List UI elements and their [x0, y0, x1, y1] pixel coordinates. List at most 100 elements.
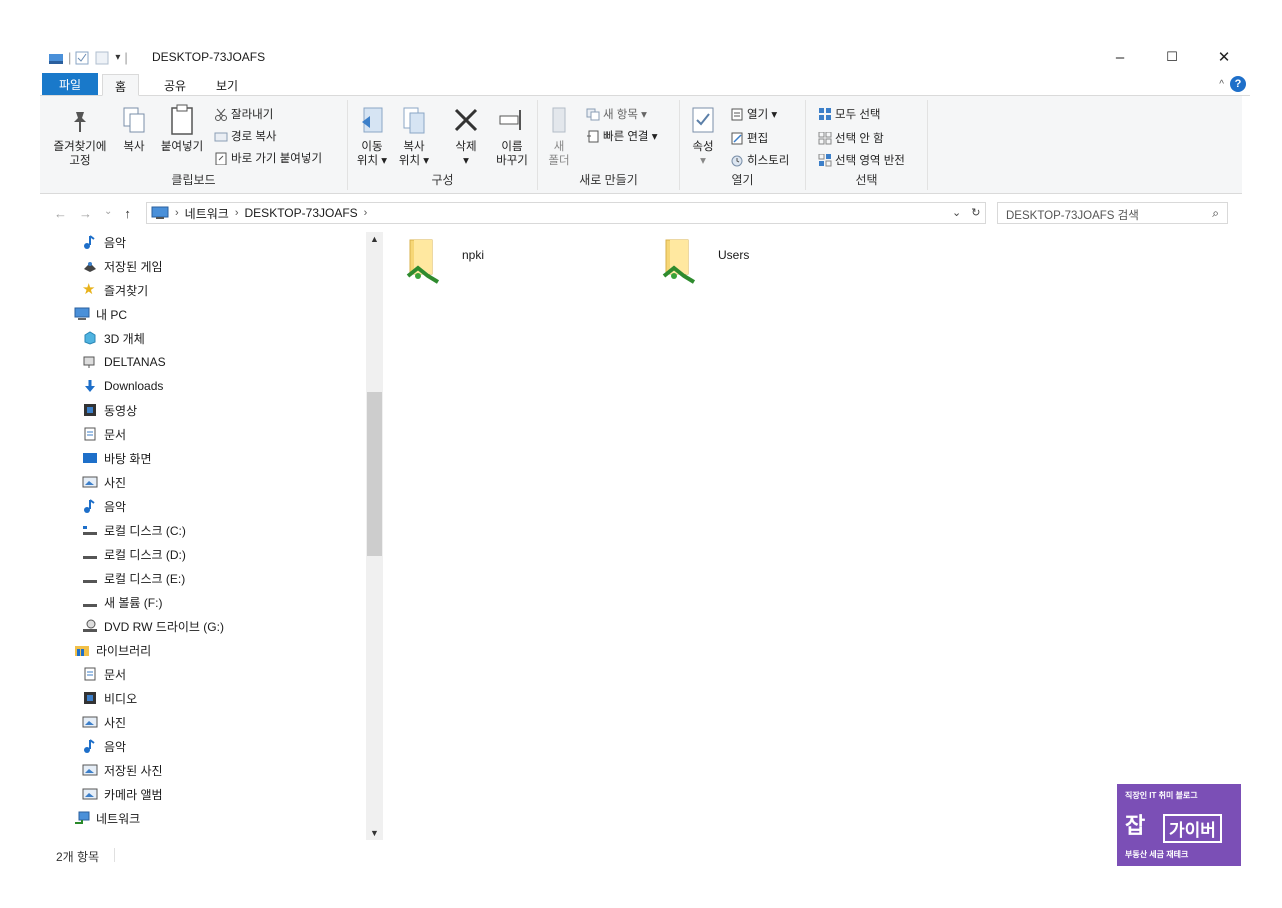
breadcrumb-chevron-icon[interactable]: ›	[364, 207, 368, 219]
delete-button[interactable]: 삭제 ▾	[448, 104, 484, 168]
close-button[interactable]: ✕	[1198, 44, 1250, 70]
nav-item-lib-pictures[interactable]: 사진	[82, 710, 126, 734]
nav-scrollbar[interactable]: ▲ ▼	[366, 232, 383, 840]
nav-item-drive-e[interactable]: 로컬 디스크 (E:)	[82, 566, 185, 590]
new-item-icon	[586, 108, 600, 121]
library-icon	[74, 643, 90, 657]
video-icon	[82, 403, 98, 417]
up-icon[interactable]: ↑	[124, 206, 131, 221]
new-item-button[interactable]: 새 항목 ▾	[586, 106, 647, 122]
tab-share[interactable]: 공유	[152, 74, 198, 96]
quick-access-toolbar: | ▾ |	[48, 50, 128, 65]
easy-access-icon	[586, 130, 600, 143]
document-icon	[82, 427, 98, 441]
tab-file[interactable]: 파일	[42, 73, 98, 95]
nav-item-deltanas[interactable]: DELTANAS	[82, 350, 166, 374]
nav-item-saved-games[interactable]: 저장된 게임	[82, 254, 163, 278]
nav-item-dvd-g[interactable]: DVD RW 드라이브 (G:)	[82, 614, 224, 638]
customize-qa-icon[interactable]: ▾	[115, 52, 120, 63]
scroll-thumb[interactable]	[367, 392, 382, 556]
invert-selection-button[interactable]: 선택 영역 반전	[818, 152, 905, 168]
copy-path-button[interactable]: 경로 복사	[214, 128, 277, 144]
nav-item-3d-objects[interactable]: 3D 개체	[82, 326, 145, 350]
nav-item-lib-videos[interactable]: 비디오	[82, 686, 137, 710]
explorer-icon[interactable]	[48, 51, 64, 65]
group-label-organize: 구성	[431, 173, 454, 187]
address-dropdown-icon[interactable]: ⌄	[952, 206, 961, 219]
pictures-icon	[82, 715, 98, 729]
nav-item-saved-pictures[interactable]: 저장된 사진	[82, 758, 163, 782]
move-to-button[interactable]: 이동 위치 ▾	[354, 104, 390, 168]
minimize-button[interactable]: –	[1094, 44, 1146, 70]
nav-item-this-pc[interactable]: 내 PC	[74, 302, 127, 326]
nav-item-libraries[interactable]: 라이브러리	[74, 638, 151, 662]
breadcrumb-chevron-icon[interactable]: ›	[235, 207, 239, 219]
move-to-icon	[358, 104, 386, 136]
help-icon[interactable]: ?	[1230, 76, 1246, 92]
nav-item-camera-roll[interactable]: 카메라 앨범	[82, 782, 163, 806]
select-none-button[interactable]: 선택 안 함	[818, 130, 884, 146]
ribbon-tabs: 파일 홈 공유 보기 ^ ?	[40, 72, 1250, 96]
games-icon	[82, 259, 98, 273]
folder-name: npki	[462, 248, 485, 262]
group-organize: 이동 위치 ▾ 복사 위치 ▾ 삭제 ▾ 이름 바꾸기 구성	[348, 100, 538, 190]
pictures-icon	[82, 763, 98, 777]
nav-item-documents[interactable]: 문서	[82, 422, 126, 446]
forward-icon[interactable]: →	[79, 206, 92, 221]
pin-quick-access-button[interactable]: 즐겨찾기에 고정	[50, 104, 110, 168]
window-title: DESKTOP-73JOAFS	[152, 50, 266, 64]
collapse-ribbon-icon[interactable]: ^	[1219, 79, 1224, 90]
easy-access-button[interactable]: 빠른 연결 ▾	[586, 128, 657, 144]
history-button[interactable]: 히스토리	[730, 152, 789, 168]
maximize-button[interactable]: ☐	[1146, 44, 1198, 70]
address-bar[interactable]: › 네트워크 › DESKTOP-73JOAFS ›	[146, 202, 986, 224]
breadcrumb-desktop[interactable]: DESKTOP-73JOAFS	[245, 206, 358, 220]
scroll-up-icon[interactable]: ▲	[366, 234, 383, 244]
breadcrumb-chevron-icon[interactable]: ›	[175, 207, 179, 219]
recent-chevron-icon[interactable]: ⌄	[104, 206, 112, 221]
shared-folder-icon	[660, 238, 700, 288]
nav-item-pictures[interactable]: 사진	[82, 470, 126, 494]
edit-button[interactable]: 편집	[730, 130, 768, 146]
nav-item-network[interactable]: 네트워크	[74, 806, 140, 830]
copy-to-button[interactable]: 복사 위치 ▾	[396, 104, 432, 168]
nav-item-videos[interactable]: 동영상	[82, 398, 137, 422]
nav-item-desktop[interactable]: 바탕 화면	[82, 446, 152, 470]
nav-item-lib-music[interactable]: 음악	[82, 734, 126, 758]
folder-item-npki[interactable]: npki	[404, 238, 484, 288]
nav-item-drive-d[interactable]: 로컬 디스크 (D:)	[82, 542, 186, 566]
copy-button[interactable]: 복사	[118, 104, 150, 154]
new-folder-button[interactable]: 새 폴더	[544, 104, 574, 168]
folder-item-users[interactable]: Users	[660, 238, 749, 288]
copy-to-icon	[400, 104, 428, 136]
nav-item-favorites[interactable]: ★ 즐겨찾기	[82, 278, 148, 302]
drive-icon	[82, 595, 98, 609]
search-input[interactable]: DESKTOP-73JOAFS 검색 ⌕	[997, 202, 1228, 224]
nav-item-downloads[interactable]: Downloads	[82, 374, 163, 398]
group-select: 모두 선택 선택 안 함 선택 영역 반전 선택	[806, 100, 928, 190]
tab-home[interactable]: 홈	[102, 74, 140, 96]
search-icon[interactable]: ⌕	[1212, 206, 1219, 221]
network-icon	[74, 811, 90, 825]
paste-button[interactable]: 붙여넣기	[156, 104, 208, 154]
breadcrumb-network[interactable]: 네트워크	[185, 205, 229, 222]
properties-qa-icon[interactable]	[75, 51, 91, 65]
history-icon	[730, 154, 744, 167]
open-button[interactable]: 열기 ▾	[730, 106, 777, 122]
scroll-down-icon[interactable]: ▼	[366, 828, 383, 838]
tab-view[interactable]: 보기	[204, 74, 250, 96]
rename-button[interactable]: 이름 바꾸기	[492, 104, 532, 168]
nav-item-drive-f[interactable]: 새 볼륨 (F:)	[82, 590, 162, 614]
nav-item-music-2[interactable]: 음악	[82, 494, 126, 518]
nav-item-drive-c[interactable]: 로컬 디스크 (C:)	[82, 518, 186, 542]
properties-button[interactable]: 속성 ▾	[686, 104, 720, 168]
refresh-icon[interactable]: ↻	[971, 206, 980, 219]
nav-item-lib-documents[interactable]: 문서	[82, 662, 126, 686]
select-all-button[interactable]: 모두 선택	[818, 106, 881, 122]
new-folder-qa-icon[interactable]	[95, 51, 111, 65]
cut-button[interactable]: 잘라내기	[214, 106, 273, 122]
ribbon: 즐겨찾기에 고정 복사 붙여넣기 잘라내기 경로 복사 바로 가기 붙여넣기 클…	[40, 96, 1242, 194]
paste-shortcut-button[interactable]: 바로 가기 붙여넣기	[214, 150, 322, 166]
back-icon[interactable]: ←	[54, 206, 67, 221]
nav-item-music[interactable]: 음악	[82, 230, 126, 254]
